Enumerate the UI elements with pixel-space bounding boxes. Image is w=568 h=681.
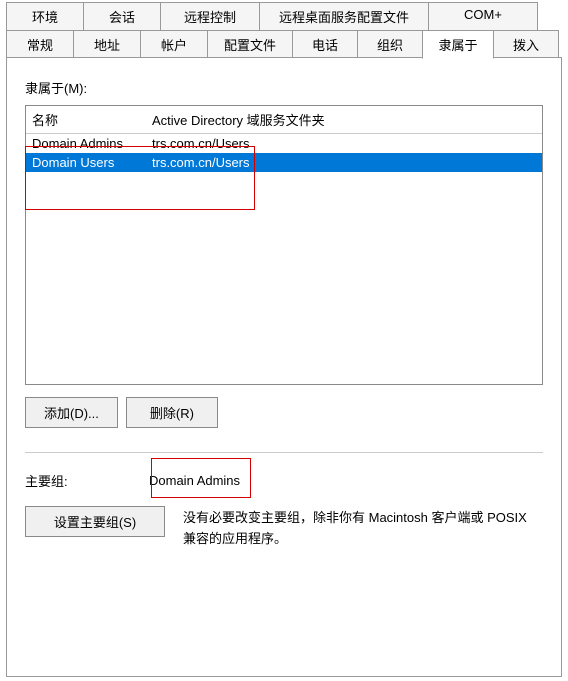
member-of-panel: 隶属于(M): 名称 Active Directory 域服务文件夹 Domai… [6, 57, 562, 677]
tab-sessions[interactable]: 会话 [83, 2, 161, 31]
col-header-folder[interactable]: Active Directory 域服务文件夹 [152, 110, 536, 129]
tab-general[interactable]: 常规 [6, 30, 74, 59]
groups-list[interactable]: 名称 Active Directory 域服务文件夹 Domain Admins… [25, 105, 543, 385]
tab-environment[interactable]: 环境 [6, 2, 84, 31]
primary-group-value: Domain Admins [149, 473, 240, 488]
cell-folder: trs.com.cn/Users [152, 136, 536, 151]
divider [25, 452, 543, 453]
tab-member-of[interactable]: 隶属于 [422, 30, 494, 59]
primary-group-row: 主要组: Domain Admins [25, 471, 543, 490]
tab-remote-control[interactable]: 远程控制 [160, 2, 260, 31]
primary-group-description: 没有必要改变主要组，除非你有 Macintosh 客户端或 POSIX 兼容的应… [183, 506, 543, 550]
user-properties-dialog: 环境 会话 远程控制 远程桌面服务配置文件 COM+ 常规 地址 帐户 配置文件… [0, 0, 568, 681]
cell-folder: trs.com.cn/Users [152, 155, 536, 170]
tab-address[interactable]: 地址 [73, 30, 141, 59]
table-row[interactable]: Domain Users trs.com.cn/Users [26, 153, 542, 172]
table-row[interactable]: Domain Admins trs.com.cn/Users [26, 134, 542, 153]
button-row: 添加(D)... 删除(R) [25, 397, 543, 428]
tab-organization[interactable]: 组织 [357, 30, 423, 59]
groups-list-header: 名称 Active Directory 域服务文件夹 [26, 106, 542, 134]
set-primary-group-button[interactable]: 设置主要组(S) [25, 506, 165, 537]
tab-telephones[interactable]: 电话 [292, 30, 358, 59]
tab-com-plus[interactable]: COM+ [428, 2, 538, 31]
tab-strip: 环境 会话 远程控制 远程桌面服务配置文件 COM+ 常规 地址 帐户 配置文件… [0, 0, 568, 58]
cell-name: Domain Admins [32, 136, 152, 151]
tab-account[interactable]: 帐户 [140, 30, 208, 59]
add-button[interactable]: 添加(D)... [25, 397, 118, 428]
tab-dial-in[interactable]: 拨入 [493, 30, 559, 59]
tab-profile[interactable]: 配置文件 [207, 30, 293, 59]
cell-name: Domain Users [32, 155, 152, 170]
primary-group-action-row: 设置主要组(S) 没有必要改变主要组，除非你有 Macintosh 客户端或 P… [25, 506, 543, 550]
remove-button[interactable]: 删除(R) [126, 397, 218, 428]
tab-rds-profile[interactable]: 远程桌面服务配置文件 [259, 2, 429, 31]
primary-group-label: 主要组: [25, 471, 149, 490]
member-of-label: 隶属于(M): [25, 78, 543, 97]
col-header-name[interactable]: 名称 [32, 110, 152, 129]
